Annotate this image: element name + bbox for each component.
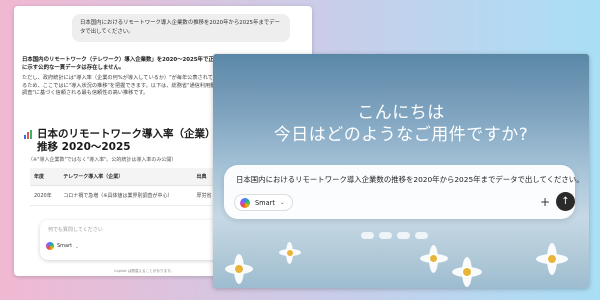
suggestion-chip[interactable] bbox=[379, 232, 392, 239]
table-header-rate: テレワーク導入率（企業） bbox=[59, 168, 193, 186]
answer-paragraph: ただし、政府統計には"導入率（企業の何%が導入しているか）"が毎年公表されている… bbox=[22, 75, 221, 97]
model-label: Smart bbox=[57, 243, 73, 249]
answer-bold-text: 日本国内のリモートワーク（テレワーク）導入企業数」を2020～2025年で正確に… bbox=[22, 57, 220, 71]
arrow-up-icon: ↑ bbox=[561, 196, 570, 207]
disclaimer-footer: Copilot は間違えることがあります。 bbox=[114, 269, 174, 273]
table-header-year: 年度 bbox=[30, 168, 60, 186]
suggestion-chip[interactable] bbox=[415, 232, 428, 239]
chevron-down-icon: ⌄ bbox=[75, 243, 79, 249]
plus-icon[interactable]: + bbox=[540, 195, 550, 209]
copilot-icon bbox=[46, 242, 54, 250]
answer-heading: 日本のリモートワーク導入率（企業）推移 2020～2025 bbox=[24, 128, 220, 154]
table-cell: 2020年 bbox=[30, 185, 60, 206]
suggestion-placeholders bbox=[361, 232, 428, 239]
send-button[interactable]: ↑ bbox=[556, 192, 575, 211]
flower-decoration bbox=[219, 250, 259, 288]
input-placeholder[interactable]: 何でも質問してください bbox=[48, 226, 103, 233]
front-chat-window: こんにちは 今日はどのようなご用件ですか? 日本国内におけるリモートワーク導入企… bbox=[213, 54, 589, 288]
data-table: 年度 テレワーク導入率（企業） 出典 2020年 コロナ禍で急増（※具体値は業界… bbox=[30, 168, 230, 206]
flower-decoration bbox=[277, 240, 303, 266]
model-selector[interactable]: Smart ⌄ bbox=[234, 194, 293, 211]
greeting-subtitle: 今日はどのようなご用件ですか? bbox=[273, 125, 529, 145]
bar-chart-icon bbox=[24, 130, 33, 139]
model-selector[interactable]: Smart ⌄ bbox=[46, 242, 78, 250]
suggestion-chip[interactable] bbox=[361, 232, 374, 239]
chevron-down-icon: ⌄ bbox=[279, 199, 285, 206]
table-row: 2020年 コロナ禍で急増（※具体値は業界別調査が中心） 厚労省・総 bbox=[30, 185, 230, 206]
flower-decoration bbox=[449, 254, 485, 288]
table-note: （※"導入企業数"ではなく"導入率"。公的統計は導入率のみ公開） bbox=[28, 157, 177, 163]
user-message-bubble: 日本国内におけるリモートワーク導入企業数の推移を2020年から2025年までデー… bbox=[72, 14, 290, 42]
assistant-answer: 日本国内のリモートワーク（テレワーク）導入企業数」を2020～2025年で正確に… bbox=[22, 56, 222, 98]
table-cell: コロナ禍で急増（※具体値は業界別調査が中心） bbox=[59, 185, 193, 206]
suggestion-chip[interactable] bbox=[397, 232, 410, 239]
prompt-input[interactable]: 日本国内におけるリモートワーク導入企業数の推移を2020年から2025年までデー… bbox=[236, 174, 584, 185]
model-label: Smart bbox=[255, 198, 275, 207]
flower-decoration bbox=[533, 240, 571, 278]
flower-decoration bbox=[417, 242, 451, 276]
copilot-icon bbox=[240, 197, 250, 208]
chat-input-box[interactable]: 日本国内におけるリモートワーク導入企業数の推移を2020年から2025年までデー… bbox=[224, 165, 584, 219]
heading-text: 日本のリモートワーク導入率（企業）推移 2020～2025 bbox=[37, 128, 216, 153]
